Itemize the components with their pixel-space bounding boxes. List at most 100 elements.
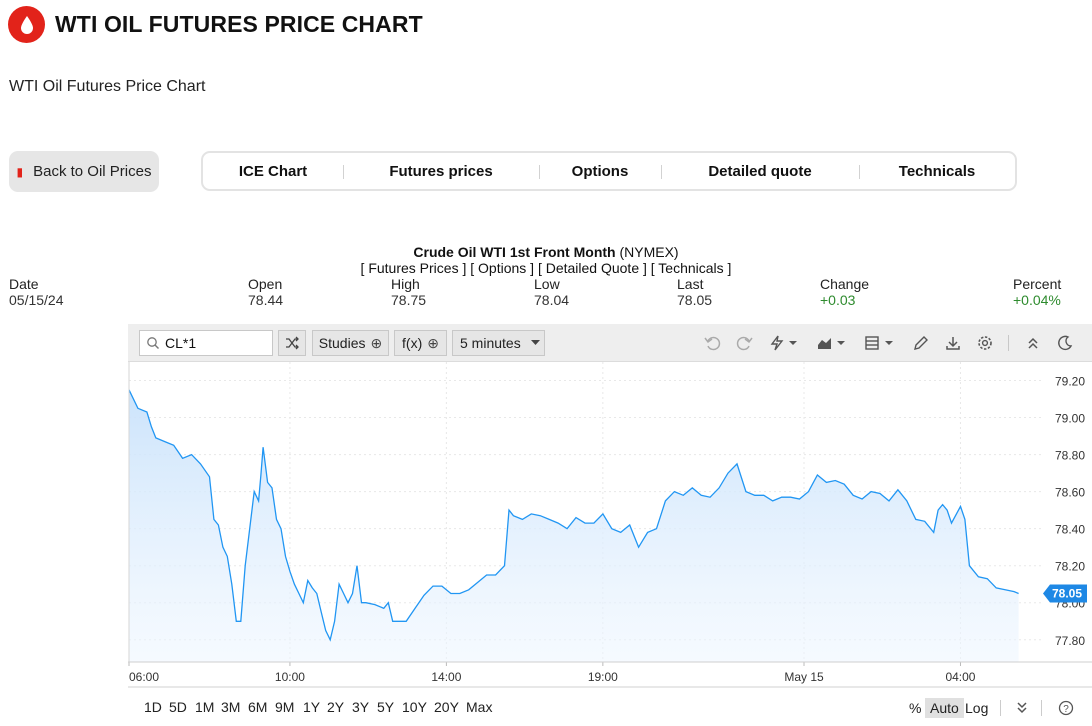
back-button-label: Back to Oil Prices	[33, 163, 152, 180]
tab-options[interactable]: Options	[539, 153, 661, 189]
range-2y[interactable]: 2Y	[327, 699, 344, 715]
x-tick-label: 19:00	[588, 670, 618, 684]
collapse-down-icon[interactable]	[1015, 701, 1029, 715]
stat-percent: Percent +0.04%	[1013, 276, 1061, 308]
lightning-icon[interactable]	[768, 333, 800, 353]
scale-percent-button[interactable]: %	[909, 698, 921, 718]
stat-open: Open 78.44	[248, 276, 283, 308]
tab-ice-chart[interactable]: ICE Chart	[203, 153, 343, 189]
stat-value: +0.03	[820, 292, 856, 308]
stat-high: High 78.75	[391, 276, 426, 308]
x-tick-label: 04:00	[945, 670, 975, 684]
search-icon	[147, 337, 159, 349]
scale-auto-button[interactable]: Auto	[925, 698, 964, 718]
x-tick-label: May 15	[784, 670, 824, 684]
y-tick-label: 78.80	[1055, 449, 1085, 463]
shuffle-icon	[286, 336, 299, 350]
stat-value: +0.04%	[1013, 292, 1061, 308]
range-10y[interactable]: 10Y	[402, 699, 427, 715]
stat-value: 05/15/24	[9, 292, 64, 308]
studies-label: Studies	[318, 335, 366, 351]
stat-label: Change	[820, 276, 870, 292]
last-price-label: 78.05	[1052, 586, 1082, 600]
page-subtitle: WTI Oil Futures Price Chart	[9, 78, 206, 95]
price-chart[interactable]: 79.2079.0078.8078.6078.4078.2078.0077.80…	[128, 362, 1092, 688]
last-price-badge: 78.05	[1043, 584, 1087, 603]
range-5d[interactable]: 5D	[169, 699, 187, 715]
undo-icon[interactable]	[701, 333, 723, 353]
instrument-name: Crude Oil WTI 1st Front Month	[413, 244, 616, 260]
chart-type-icon[interactable]	[816, 333, 848, 353]
page-title: WTI OIL FUTURES PRICE CHART	[55, 11, 423, 37]
stat-value: 78.04	[534, 292, 570, 308]
range-divider	[1041, 700, 1042, 716]
range-1m[interactable]: 1M	[195, 699, 214, 715]
pencil-icon[interactable]	[910, 333, 932, 353]
chart-toolbar: Studies⊕ f(x)⊕ 5 minutes	[128, 324, 1092, 362]
stat-value: 78.75	[391, 292, 427, 308]
x-tick-label: 14:00	[431, 670, 461, 684]
y-tick-label: 77.80	[1055, 634, 1085, 648]
range-5y[interactable]: 5Y	[377, 699, 394, 715]
chevron-down-icon	[530, 340, 540, 345]
price-area	[129, 389, 1019, 662]
x-tick-label: 06:00	[129, 670, 159, 684]
back-to-oil-prices-button[interactable]: ▮ Back to Oil Prices	[9, 151, 159, 192]
plus-circle-icon: ⊕	[370, 334, 383, 351]
stat-label: Percent	[1013, 276, 1062, 292]
back-arrow-icon: ▮	[16, 164, 24, 179]
stat-date: Date 05/15/24	[9, 276, 64, 308]
plus-circle-icon: ⊕	[427, 334, 439, 351]
stat-label: High	[391, 276, 420, 292]
stat-label: Last	[677, 276, 704, 292]
stat-change: Change +0.03	[820, 276, 869, 308]
quote-header: Crude Oil WTI 1st Front Month (NYMEX)	[0, 244, 1092, 260]
compare-button[interactable]	[278, 330, 306, 356]
stat-last: Last 78.05	[677, 276, 712, 308]
calculator-icon[interactable]	[864, 333, 896, 353]
range-3y[interactable]: 3Y	[352, 699, 369, 715]
help-icon[interactable]: ?	[1058, 700, 1074, 716]
x-tick-label: 10:00	[275, 670, 305, 684]
stat-label: Date	[9, 276, 39, 292]
y-tick-label: 78.40	[1055, 523, 1085, 537]
range-6m[interactable]: 6M	[248, 699, 267, 715]
exchange-label: (NYMEX)	[619, 244, 679, 260]
settings-icon[interactable]	[974, 333, 996, 353]
stat-value: 78.44	[248, 292, 284, 308]
tab-detailed-quote[interactable]: Detailed quote	[661, 153, 859, 189]
stat-value: 78.05	[677, 292, 713, 308]
scale-log-button[interactable]: Log	[965, 698, 988, 718]
fx-label: f(x)	[402, 335, 423, 351]
y-tick-label: 79.00	[1055, 412, 1085, 426]
y-tick-label: 78.20	[1055, 560, 1085, 574]
range-9m[interactable]: 9M	[275, 699, 294, 715]
download-icon[interactable]	[942, 333, 964, 353]
svg-text:?: ?	[1063, 704, 1069, 715]
collapse-up-icon[interactable]	[1022, 333, 1044, 353]
chart-nav-tabs: ICE Chart Futures prices Options Detaile…	[201, 151, 1017, 191]
tab-futures-prices[interactable]: Futures prices	[343, 153, 539, 189]
interval-select[interactable]: 5 minutes	[452, 330, 545, 356]
stat-label: Open	[248, 276, 283, 292]
toolbar-divider	[1008, 335, 1009, 351]
range-selector: 1D 5D 1M 3M 6M 9M 1Y 2Y 3Y 5Y 10Y 20Y Ma…	[0, 694, 1092, 720]
range-max[interactable]: Max	[466, 699, 492, 715]
chart-widget: Studies⊕ f(x)⊕ 5 minutes	[128, 324, 1092, 726]
fx-button[interactable]: f(x) ⊕	[394, 330, 447, 356]
stat-low: Low 78.04	[534, 276, 569, 308]
range-3m[interactable]: 3M	[221, 699, 240, 715]
range-divider	[1000, 700, 1001, 716]
oil-drop-icon	[8, 6, 45, 43]
range-1y[interactable]: 1Y	[303, 699, 320, 715]
interval-label: 5 minutes	[460, 335, 521, 351]
studies-button[interactable]: Studies ⊕	[312, 330, 389, 356]
page-header: WTI OIL FUTURES PRICE CHART	[8, 6, 423, 43]
range-20y[interactable]: 20Y	[434, 699, 459, 715]
stat-label: Low	[534, 276, 560, 292]
redo-icon[interactable]	[733, 333, 755, 353]
quote-links[interactable]: [ Futures Prices ] [ Options ] [ Detaile…	[0, 260, 1092, 276]
dark-mode-icon[interactable]	[1054, 333, 1076, 353]
range-1d[interactable]: 1D	[144, 699, 162, 715]
tab-technicals[interactable]: Technicals	[859, 153, 1015, 189]
